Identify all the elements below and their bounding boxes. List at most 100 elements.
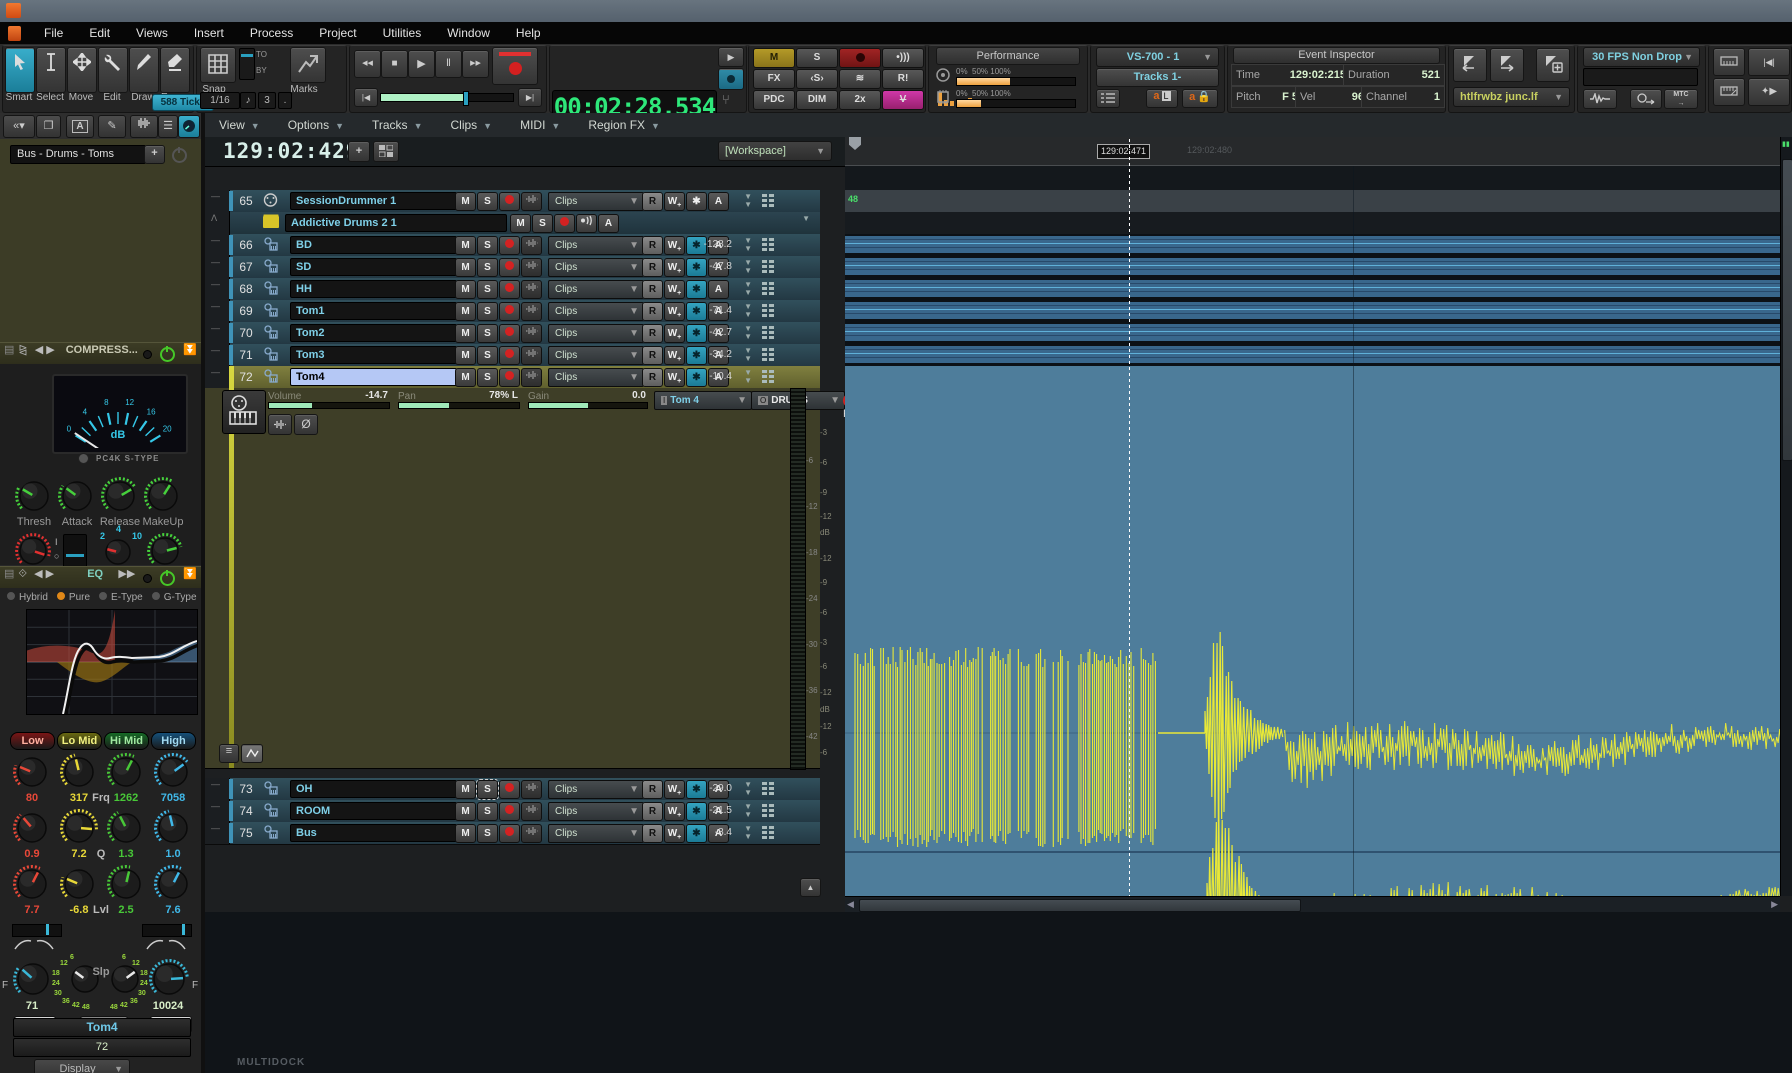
track-echo-button[interactable] [521, 302, 542, 321]
clips-pane[interactable]: 48 [845, 166, 1780, 896]
track-grid-icon[interactable] [762, 804, 776, 817]
track-name[interactable]: BD [290, 236, 457, 254]
track-mute-button[interactable]: M [455, 346, 476, 365]
solo-dim-button[interactable]: ‹S› [796, 69, 838, 89]
track-row-65[interactable]: —65SessionDrummer 1MSClips▼RW+✱A▼▼ [205, 190, 820, 213]
clip-row-audio[interactable] [845, 300, 1780, 323]
track-chevrons[interactable]: ▼▼ [744, 325, 752, 341]
eq-mode-e-type[interactable]: E-Type [98, 592, 143, 603]
gain-slider[interactable]: Gain0.0 [528, 390, 646, 410]
snap-button[interactable] [200, 47, 236, 83]
eq-band-button-lomid[interactable]: Lo Mid [57, 732, 102, 750]
midi-sync-button[interactable] [1630, 89, 1662, 109]
rewind-button[interactable]: ◀◀ [354, 50, 381, 78]
track-mute-button[interactable]: M [455, 258, 476, 277]
audio-sync-button[interactable] [1583, 89, 1617, 109]
track-name[interactable]: SD [290, 258, 457, 276]
screenset-button[interactable]: |◀| [1748, 48, 1790, 76]
track-name-edit-field[interactable]: Tom4 [290, 368, 457, 386]
eq-hp-shapes[interactable] [14, 938, 54, 954]
surface-list-button[interactable] [1096, 89, 1120, 108]
mute-button[interactable]: M [753, 48, 795, 68]
tv-menu-midi[interactable]: MIDI▼ [506, 118, 574, 132]
marker-jump-button[interactable]: ✦▶ [1748, 78, 1790, 106]
hscroll-left-arrow[interactable]: ◀ [847, 899, 854, 910]
track-grid-icon[interactable] [762, 782, 776, 795]
track-solo-button[interactable]: S [477, 802, 498, 821]
track-name[interactable]: OH [290, 780, 457, 798]
track-clips-dropdown[interactable]: Clips▼ [548, 258, 644, 277]
track-read-button[interactable]: R [642, 302, 663, 321]
eq-q-knob-3[interactable] [153, 808, 193, 848]
track-row-74[interactable]: —74ROOMMSClips▼RW+✱A-21.5▼▼ [205, 800, 820, 823]
surface-bank-button[interactable]: Tracks 1- [1096, 68, 1219, 87]
track-mute-button[interactable]: M [455, 824, 476, 843]
windows-icon[interactable]: ❐ [36, 115, 61, 138]
menu-tab-icon[interactable]: ☰ [158, 115, 178, 138]
track-arm-button[interactable] [499, 780, 520, 799]
tuner-icon[interactable]: ⑂ [722, 92, 730, 107]
folder-automation-button[interactable]: A [598, 214, 619, 233]
now-time-display[interactable]: 129:02:429 [223, 139, 359, 163]
input-dropdown[interactable]: ITom 4▼ [654, 391, 752, 410]
speed-button[interactable]: 2x [839, 90, 881, 110]
track-grid-icon[interactable] [762, 370, 776, 383]
track-echo-button[interactable] [521, 780, 542, 799]
env-offset-right-button[interactable] [1490, 48, 1524, 82]
ei-pitch-cell[interactable]: PitchF 5 [1231, 86, 1303, 108]
track-automation-button[interactable]: A [708, 280, 729, 299]
track-automation-button[interactable]: A [708, 192, 729, 211]
ffwd-button[interactable]: ▶▶ [462, 50, 489, 78]
track-solo-button[interactable]: S [477, 368, 498, 387]
menu-process[interactable]: Process [237, 22, 306, 44]
track-write-button[interactable]: W+ [664, 280, 685, 299]
track-mute-button[interactable]: M [455, 324, 476, 343]
track-chevrons[interactable]: ▼▼ [744, 303, 752, 319]
track-clips-dropdown[interactable]: Clips▼ [548, 346, 644, 365]
eq-q-knob-0[interactable] [12, 808, 52, 848]
track-arm-button[interactable] [499, 824, 520, 843]
titlebar[interactable] [0, 0, 1792, 22]
fx-bypass-button[interactable]: FX [753, 69, 795, 89]
menu-project[interactable]: Project [306, 22, 369, 44]
comp-knob-ratio[interactable] [100, 534, 136, 570]
track-grid-icon[interactable] [762, 238, 776, 251]
vertical-scrollbar[interactable]: ▮▮ [1780, 137, 1792, 896]
track-chevrons[interactable]: ▼▼ [744, 369, 752, 385]
control-surface-dropdown[interactable]: ▼VS-700 - 1 [1096, 47, 1219, 67]
track-row-66[interactable]: —66BDMSClips▼RW+✱A-128.2▼▼ [205, 234, 820, 257]
track-grid-icon[interactable] [762, 304, 776, 317]
menu-help[interactable]: Help [503, 22, 554, 44]
menu-utilities[interactable]: Utilities [370, 22, 435, 44]
eq-q-knob-2[interactable] [106, 808, 146, 848]
track-mute-button[interactable]: M [455, 302, 476, 321]
track-read-button[interactable]: R [642, 824, 663, 843]
position-slider[interactable] [380, 93, 514, 102]
track-name[interactable]: ROOM [290, 802, 457, 820]
wai-lock-button[interactable]: a🔒 [1182, 89, 1218, 108]
track-name[interactable]: Tom2 [290, 324, 457, 342]
snap-count[interactable]: 3 [258, 92, 276, 109]
snap-to-by-toggle[interactable] [239, 48, 255, 80]
track-row-72[interactable]: —72Tom4MSClips▼RW+✱A-10.4▼▼ [205, 366, 820, 389]
pan-slider[interactable]: Pan78% L [398, 390, 518, 410]
eq-slider-right[interactable] [142, 924, 192, 937]
comp-knob-drywet[interactable] [146, 532, 184, 570]
track-row-71[interactable]: —71Tom3MSClips▼RW+✱A-34.2▼▼ [205, 344, 820, 367]
track-solo-button[interactable]: S [477, 236, 498, 255]
tv-menu-tracks[interactable]: Tracks▼ [358, 118, 436, 132]
track-mute-button[interactable]: M [455, 802, 476, 821]
track-solo-button[interactable]: S [477, 280, 498, 299]
eq-mode-g-type[interactable]: G-Type [151, 592, 197, 603]
offset-mode-button[interactable]: ≋ [839, 69, 881, 89]
ei-channel-cell[interactable]: Channel1 [1361, 86, 1445, 108]
track-row-69[interactable]: —69Tom1MSClips▼RW+✱A-71.4▼▼ [205, 300, 820, 323]
track-read-button[interactable]: R [642, 280, 663, 299]
track-row-folder[interactable]: ᐱAddictive Drums 2 1MSA▼ [205, 212, 820, 235]
track-mute-button[interactable]: M [455, 280, 476, 299]
track-read-button[interactable]: R [642, 258, 663, 277]
track-mute-button[interactable]: M [455, 780, 476, 799]
workspace-dropdown[interactable]: ▼[Workspace] [718, 141, 832, 161]
arranger-tab-icon[interactable]: A [66, 115, 94, 138]
eq-band-button-himid[interactable]: Hi Mid [104, 732, 149, 750]
